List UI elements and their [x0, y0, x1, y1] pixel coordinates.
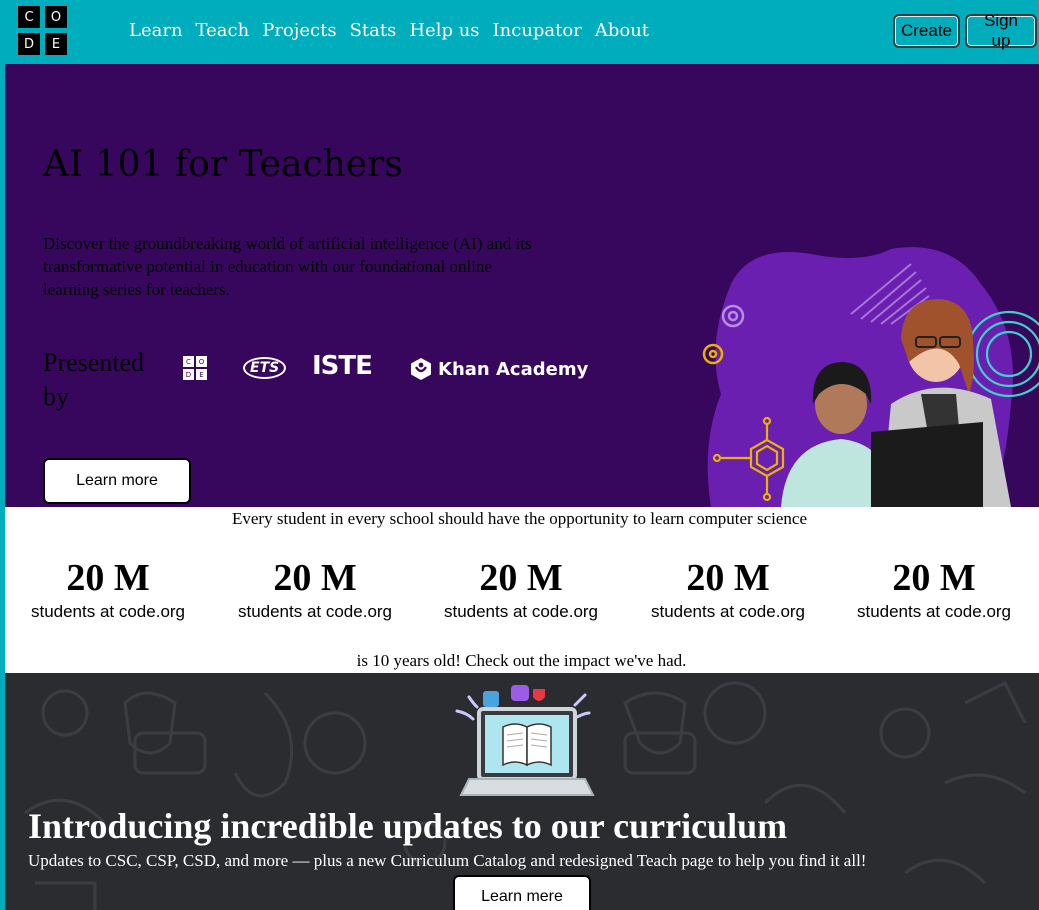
curriculum-title: Introducing incredible updates to our cu… [28, 806, 788, 846]
logo-letter: O [196, 356, 207, 367]
stat-number: 20 M [686, 557, 770, 599]
nav-help-us[interactable]: Help us [409, 20, 479, 41]
logo-letter: C [18, 6, 40, 28]
stat-number: 20 M [273, 557, 357, 599]
hero-title: AI 101 for Teachers [43, 144, 403, 185]
laptop-book-icon [455, 685, 595, 796]
stat-card: 20 M students at code.org [628, 556, 828, 622]
impact-text: is 10 years old! Check out the impact we… [356, 651, 687, 670]
stat-number: 20 M [479, 557, 563, 599]
curriculum-description: Updates to CSC, CSP, CSD, and more — plu… [28, 851, 867, 870]
stat-label: students at code.org [443, 602, 599, 621]
curriculum-learn-more-button[interactable]: Learn mere [453, 875, 591, 910]
logo-letter: D [183, 369, 194, 380]
logo-letter: E [45, 33, 67, 55]
ets-logo: ETS [243, 357, 287, 379]
logo-letter: D [18, 33, 40, 55]
stat-card: 20 M students at code.org [421, 556, 621, 622]
iste-logo: ISTE [312, 351, 373, 381]
nav-projects[interactable]: Projects [262, 20, 336, 41]
logo-letter: E [196, 369, 207, 380]
code-org-partner-logo: C O D E [183, 356, 208, 381]
presented-by-label: Presented by [43, 348, 145, 411]
logo-letter: C [183, 356, 194, 367]
nav-about[interactable]: About [595, 20, 649, 41]
logo-letter: O [45, 6, 67, 28]
main-nav: Learn Teach Projects Stats Help us Incup… [129, 20, 662, 41]
khan-academy-text: Khan Academy [438, 358, 589, 380]
nav-learn[interactable]: Learn [129, 20, 183, 41]
curriculum-banner: Introducing incredible updates to our cu… [5, 673, 1039, 910]
hero-description: Discover the groundbreaking world of art… [43, 234, 532, 299]
tagline: Every student in every school should hav… [231, 509, 807, 528]
stat-label: students at code.org [650, 602, 806, 621]
sign-up-button[interactable]: Sign up [965, 11, 1037, 50]
nav-teach[interactable]: Teach [196, 20, 250, 41]
stat-label: students at code.org [237, 602, 393, 621]
stat-label: students at code.org [30, 602, 186, 621]
hero-illustration [702, 247, 1039, 507]
stat-card: 20 M students at code.org [215, 556, 415, 622]
stat-label: students at code.org [856, 602, 1012, 621]
stat-number: 20 M [66, 557, 150, 599]
stat-card: 20 M students at code.org [8, 556, 208, 622]
hero-learn-more-button[interactable]: Learn more [43, 458, 191, 504]
nav-stats[interactable]: Stats [350, 20, 397, 41]
nav-incupator[interactable]: Incupator [493, 20, 582, 41]
khan-hexagon-icon [411, 358, 431, 380]
hero-banner: AI 101 for Teachers Discover the groundb… [5, 64, 1039, 507]
stat-number: 20 M [892, 557, 976, 599]
code-org-logo[interactable]: C O D E [18, 6, 68, 56]
create-button[interactable]: Create [893, 14, 960, 48]
khan-academy-logo: Khan Academy [410, 357, 588, 381]
stat-card: 20 M students at code.org [834, 556, 1034, 622]
site-header: C O D E Learn Teach Projects Stats Help … [0, 0, 1039, 64]
